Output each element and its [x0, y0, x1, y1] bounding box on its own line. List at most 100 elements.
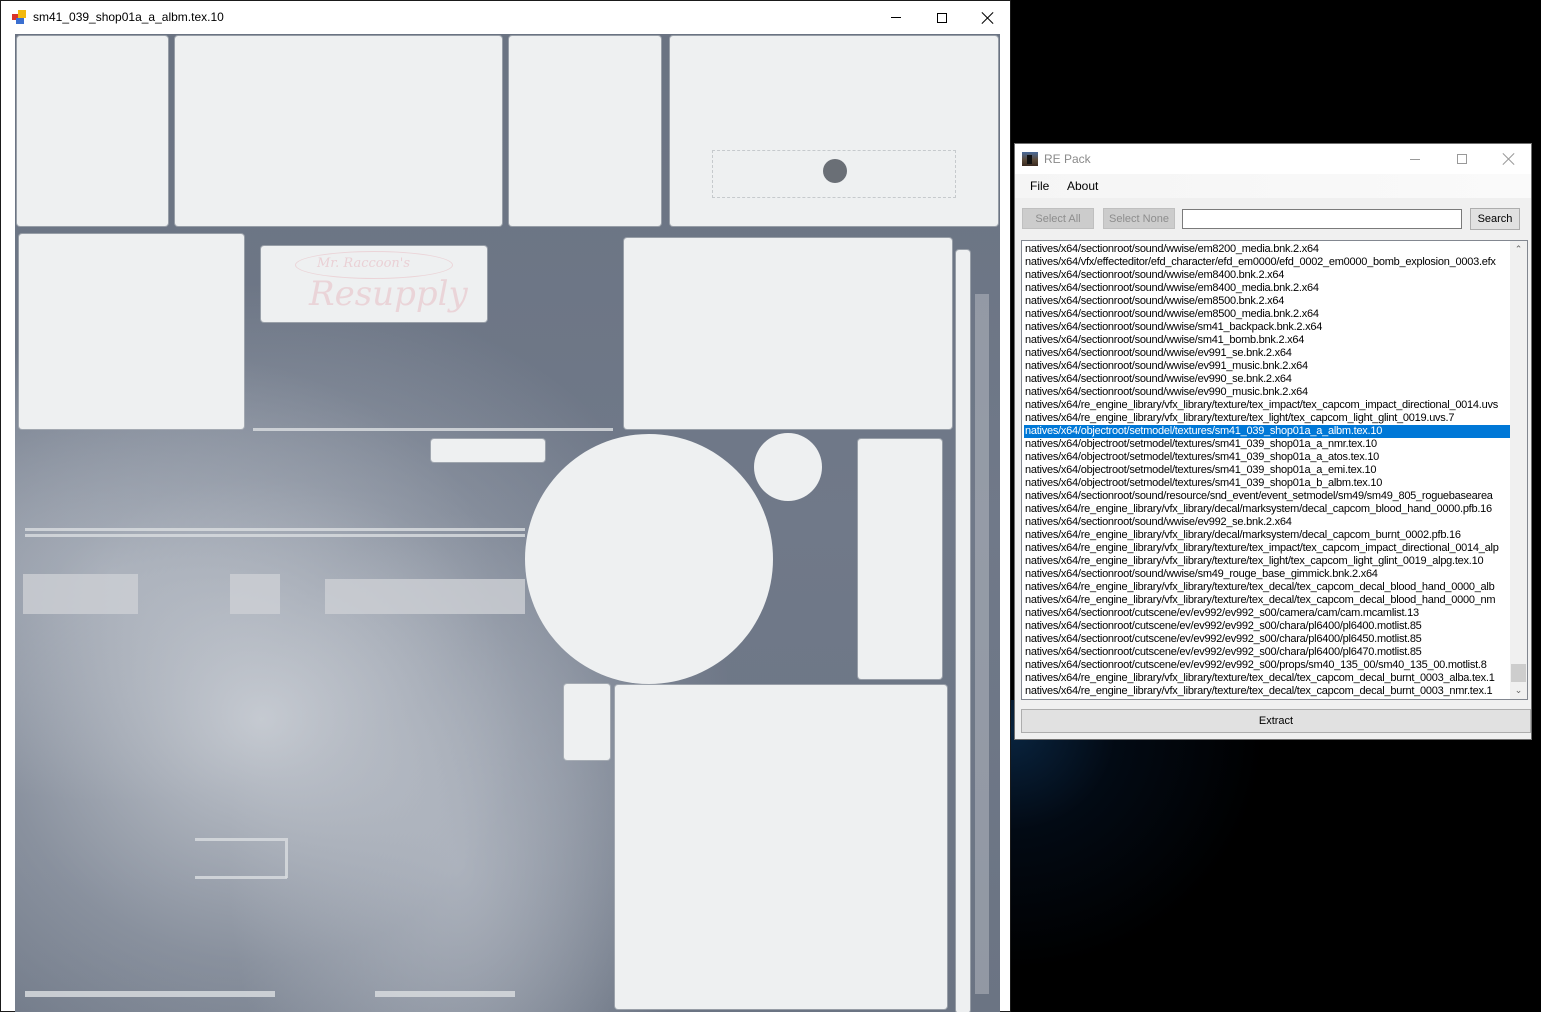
grunge-stripe	[25, 528, 525, 531]
uv-panel	[19, 234, 244, 429]
search-input[interactable]	[1182, 209, 1462, 229]
grunge-stripe	[25, 991, 275, 997]
texture-preview: Mr. Raccoon's Resupply	[15, 34, 1000, 1012]
file-list-item[interactable]: natives/x64/re_engine_library/vfx_librar…	[1024, 399, 1510, 412]
menu-bar: File About	[1015, 174, 1531, 198]
app-icon	[12, 10, 26, 24]
grunge-stripe	[195, 876, 287, 879]
search-button[interactable]: Search	[1470, 208, 1520, 230]
maximize-button[interactable]	[1439, 144, 1485, 174]
file-list-rows: natives/x64/sectionroot/sound/wwise/em82…	[1024, 243, 1510, 698]
uv-strip	[956, 250, 970, 1012]
uv-panel	[624, 238, 952, 429]
file-list-item[interactable]: natives/x64/sectionroot/cutscene/ev/ev99…	[1024, 607, 1510, 620]
desktop-background	[1010, 700, 1310, 1012]
uv-panel	[670, 36, 998, 226]
menu-about[interactable]: About	[1067, 179, 1098, 193]
repack-window: RE Pack File About Select All Select Non…	[1014, 143, 1532, 740]
file-list-item[interactable]: natives/x64/objectroot/setmodel/textures…	[1024, 425, 1510, 438]
grunge-stripe	[375, 991, 515, 997]
close-icon	[982, 12, 994, 24]
close-button[interactable]	[965, 1, 1011, 34]
uv-panel	[17, 36, 168, 226]
maximize-icon	[1457, 154, 1467, 164]
file-list-item[interactable]: natives/x64/sectionroot/sound/wwise/em84…	[1024, 269, 1510, 282]
file-list-item[interactable]: natives/x64/vfx/effecteditor/efd_charact…	[1024, 256, 1510, 269]
file-list[interactable]: natives/x64/sectionroot/sound/wwise/em82…	[1021, 240, 1528, 700]
file-list-item[interactable]: natives/x64/sectionroot/sound/wwise/em84…	[1024, 282, 1510, 295]
file-list-item[interactable]: natives/x64/objectroot/setmodel/textures…	[1024, 464, 1510, 477]
menu-file[interactable]: File	[1030, 179, 1049, 193]
grunge-stripe	[25, 534, 525, 537]
logo-panel: Mr. Raccoon's Resupply	[261, 246, 487, 322]
grunge-band	[975, 294, 989, 994]
file-list-item[interactable]: natives/x64/re_engine_library/vfx_librar…	[1024, 594, 1510, 607]
logo-big-text: Resupply	[309, 274, 468, 314]
file-list-item[interactable]: natives/x64/re_engine_library/vfx_librar…	[1024, 529, 1510, 542]
uv-circle-small	[754, 433, 822, 501]
viewer-titlebar[interactable]: sm41_039_shop01a_a_albm.tex.10	[1, 1, 1010, 34]
close-button[interactable]	[1486, 144, 1532, 174]
vertical-scrollbar[interactable]: ⌃ ⌄	[1510, 241, 1527, 699]
grunge-stripe	[253, 428, 613, 431]
minimize-button[interactable]	[873, 1, 919, 34]
file-list-item[interactable]: natives/x64/objectroot/setmodel/textures…	[1024, 438, 1510, 451]
maximize-button[interactable]	[919, 1, 965, 34]
select-none-button[interactable]: Select None	[1103, 208, 1175, 229]
minimize-icon	[1410, 158, 1420, 160]
uv-panel	[509, 36, 661, 226]
file-list-item[interactable]: natives/x64/sectionroot/sound/wwise/sm49…	[1024, 568, 1510, 581]
file-list-item[interactable]: natives/x64/sectionroot/cutscene/ev/ev99…	[1024, 620, 1510, 633]
file-list-item[interactable]: natives/x64/sectionroot/cutscene/ev/ev99…	[1024, 646, 1510, 659]
grunge-stripe	[195, 838, 285, 841]
scroll-thumb[interactable]	[1511, 664, 1526, 682]
select-all-button[interactable]: Select All	[1022, 208, 1094, 229]
grunge-stripe	[285, 838, 288, 878]
file-list-item[interactable]: natives/x64/sectionroot/sound/wwise/em85…	[1024, 308, 1510, 321]
file-list-item[interactable]: natives/x64/sectionroot/sound/wwise/ev99…	[1024, 360, 1510, 373]
minimize-button[interactable]	[1392, 144, 1438, 174]
grunge-band	[23, 574, 138, 614]
uv-panel	[858, 439, 942, 679]
repack-app-icon	[1022, 152, 1038, 166]
maximize-icon	[937, 12, 947, 23]
extract-button[interactable]: Extract	[1021, 709, 1531, 733]
scroll-up-icon[interactable]: ⌃	[1510, 241, 1527, 258]
file-list-item[interactable]: natives/x64/sectionroot/sound/wwise/em85…	[1024, 295, 1510, 308]
file-list-item[interactable]: natives/x64/re_engine_library/vfx_librar…	[1024, 503, 1510, 516]
file-list-item[interactable]: natives/x64/sectionroot/sound/wwise/ev99…	[1024, 516, 1510, 529]
repack-titlebar[interactable]: RE Pack	[1015, 144, 1531, 174]
hole-dot	[823, 159, 847, 183]
uv-panel	[564, 684, 610, 760]
logo-small-text: Mr. Raccoon's	[317, 256, 411, 271]
scroll-down-icon[interactable]: ⌄	[1510, 682, 1527, 699]
repack-title: RE Pack	[1044, 152, 1091, 166]
file-list-item[interactable]: natives/x64/re_engine_library/vfx_librar…	[1024, 555, 1510, 568]
file-list-item[interactable]: natives/x64/re_engine_library/vfx_librar…	[1024, 581, 1510, 594]
file-list-item[interactable]: natives/x64/sectionroot/sound/wwise/sm41…	[1024, 334, 1510, 347]
uv-panel	[175, 36, 502, 226]
file-list-item[interactable]: natives/x64/sectionroot/sound/wwise/sm41…	[1024, 321, 1510, 334]
uv-panel	[615, 685, 947, 1009]
file-list-item[interactable]: natives/x64/re_engine_library/vfx_librar…	[1024, 412, 1510, 425]
uv-circle-large	[525, 434, 773, 684]
file-list-item[interactable]: natives/x64/sectionroot/sound/wwise/em82…	[1024, 243, 1510, 256]
uv-panel	[431, 439, 545, 462]
grunge-band	[325, 579, 525, 614]
file-list-item[interactable]: natives/x64/re_engine_library/vfx_librar…	[1024, 542, 1510, 555]
file-list-item[interactable]: natives/x64/sectionroot/sound/wwise/ev99…	[1024, 347, 1510, 360]
file-list-item[interactable]: natives/x64/objectroot/setmodel/textures…	[1024, 477, 1510, 490]
file-list-item[interactable]: natives/x64/sectionroot/cutscene/ev/ev99…	[1024, 659, 1510, 672]
viewer-title: sm41_039_shop01a_a_albm.tex.10	[33, 10, 224, 24]
file-list-item[interactable]: natives/x64/re_engine_library/vfx_librar…	[1024, 672, 1510, 685]
minimize-icon	[891, 17, 901, 18]
file-list-item[interactable]: natives/x64/sectionroot/sound/wwise/ev99…	[1024, 373, 1510, 386]
grunge-band	[230, 574, 280, 614]
file-list-item[interactable]: natives/x64/sectionroot/sound/resource/s…	[1024, 490, 1510, 503]
texture-viewer-window: sm41_039_shop01a_a_albm.tex.10 Mr. Racco…	[0, 0, 1011, 1012]
file-list-item[interactable]: natives/x64/sectionroot/cutscene/ev/ev99…	[1024, 633, 1510, 646]
close-icon	[1503, 153, 1515, 165]
file-list-item[interactable]: natives/x64/objectroot/setmodel/textures…	[1024, 451, 1510, 464]
file-list-item[interactable]: natives/x64/re_engine_library/vfx_librar…	[1024, 685, 1510, 698]
file-list-item[interactable]: natives/x64/sectionroot/sound/wwise/ev99…	[1024, 386, 1510, 399]
